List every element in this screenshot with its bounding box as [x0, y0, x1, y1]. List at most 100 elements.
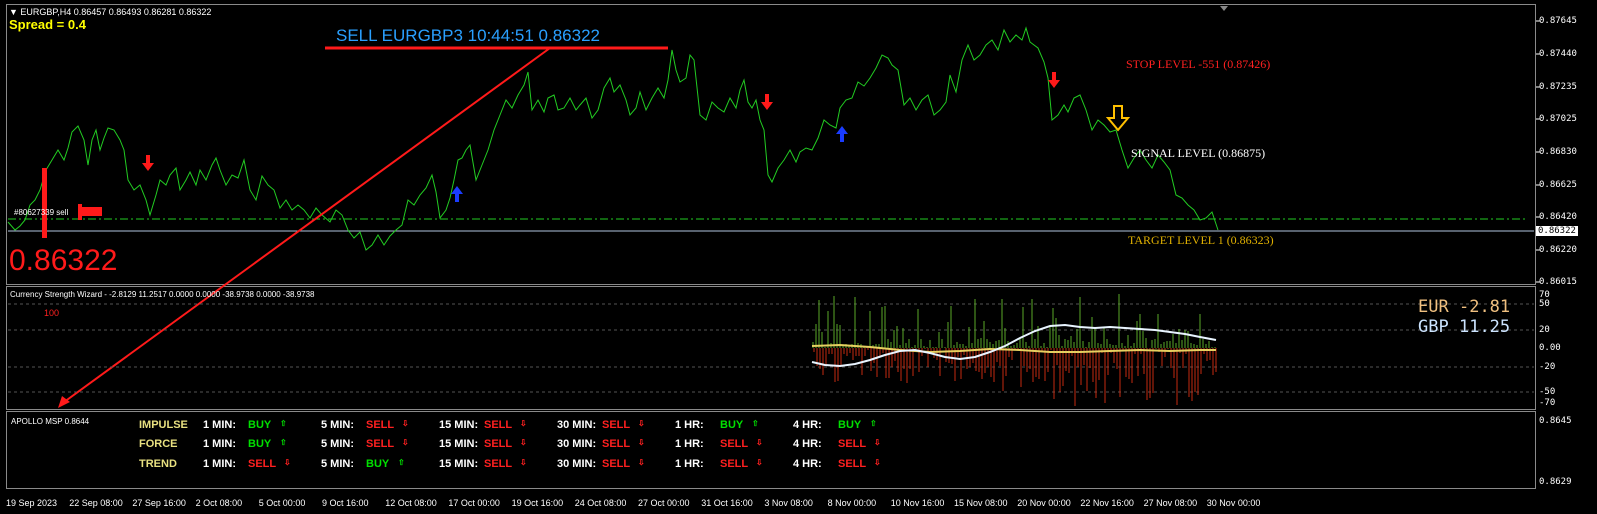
eur-value: -2.81 — [1458, 297, 1511, 317]
time-tick: 27 Oct 00:00 — [638, 498, 690, 508]
timeframe-label: 5 MIN: — [321, 419, 354, 431]
signal-value: SELL — [484, 458, 513, 470]
row-name: IMPULSE — [139, 419, 188, 431]
time-tick: 24 Oct 08:00 — [574, 498, 627, 508]
buy-signal-icon: ⇧ — [280, 419, 287, 428]
signal-level-label: SIGNAL LEVEL (0.86875) — [1131, 146, 1266, 160]
timeframe-label: 4 HR: — [793, 458, 822, 470]
timeframe-label: 4 HR: — [793, 438, 822, 450]
signal-value: SELL — [366, 438, 395, 450]
sell-label: SELL EURGBP3 10:44:51 0.86322 — [336, 26, 600, 45]
ind-tick: -50 — [1539, 387, 1556, 397]
dashboard-axis-top: 0.8645 — [1539, 416, 1572, 426]
timeframe-label: 1 MIN: — [203, 438, 236, 450]
row-name: TREND — [139, 458, 177, 470]
eur-strength: EUR -2.81 — [1418, 297, 1510, 317]
timeframe-label: 1 HR: — [675, 438, 704, 450]
price-tick: 0.86830 — [1539, 147, 1577, 157]
signal-value: SELL — [366, 419, 395, 431]
buy-signal-icon: ⇧ — [280, 438, 287, 447]
indicator-title: Currency Strength Wizard - -2.8129 11.25… — [10, 290, 315, 299]
stop-level-label: STOP LEVEL -551 (0.87426) — [1126, 57, 1271, 71]
signal-value: BUY — [366, 458, 390, 470]
price-tick: 0.87025 — [1539, 114, 1577, 124]
sell-arrow-icon — [142, 72, 1060, 171]
time-tick: 5 Oct 00:00 — [258, 498, 306, 508]
time-tick: 17 Oct 00:00 — [448, 498, 500, 508]
timeframe-label: 15 MIN: — [439, 419, 479, 431]
gbp-value: 11.25 — [1458, 317, 1511, 337]
sell-signal-icon: ⇩ — [874, 458, 881, 467]
time-tick: 19 Oct 16:00 — [511, 498, 564, 508]
target-level-label: TARGET LEVEL 1 (0.86323) — [1128, 233, 1274, 247]
time-tick: 20 Nov 00:00 — [1017, 498, 1071, 508]
price-tick: 0.86015 — [1539, 277, 1577, 287]
signal-value: SELL — [602, 458, 631, 470]
price-line — [7, 26, 1219, 251]
price-tick: 0.87235 — [1539, 82, 1577, 92]
timeframe-label: 1 HR: — [675, 419, 704, 431]
price-tick: 0.86625 — [1539, 180, 1577, 190]
sell-signal-icon: ⇩ — [402, 419, 409, 428]
gbp-strength: GBP 11.25 — [1418, 317, 1510, 337]
ind-tick: 20 — [1539, 325, 1550, 335]
gbp-label: GBP — [1418, 317, 1449, 337]
time-tick: 30 Nov 00:00 — [1206, 498, 1261, 508]
buy-signal-icon: ⇧ — [870, 419, 877, 428]
time-tick: 19 Sep 2023 — [6, 498, 58, 508]
sell-signal-icon: ⇩ — [638, 419, 645, 428]
signal-value: BUY — [248, 438, 272, 450]
current-price-box: 0.86322 — [1536, 226, 1578, 236]
signal-value: SELL — [602, 438, 631, 450]
signal-value: SELL — [720, 438, 749, 450]
spread-label: Spread = 0.4 — [9, 17, 86, 32]
time-tick: 22 Nov 16:00 — [1080, 498, 1134, 508]
time-tick: 22 Sep 08:00 — [69, 498, 123, 508]
timeframe-label: 15 MIN: — [439, 438, 479, 450]
time-tick: 31 Oct 16:00 — [701, 498, 753, 508]
order-flag-icon — [78, 204, 102, 220]
price-tick: 0.87645 — [1539, 16, 1577, 26]
signal-value: BUY — [838, 419, 862, 431]
timeframe-label: 30 MIN: — [557, 438, 597, 450]
signal-value: SELL — [720, 458, 749, 470]
chart-canvas — [7, 6, 1540, 408]
sell-signal-icon: ⇩ — [874, 438, 881, 447]
ind-tick: -20 — [1539, 362, 1556, 372]
sell-signal-icon: ⇩ — [284, 458, 291, 467]
indicator-level-100: 100 — [44, 308, 60, 318]
sell-signal-icon: ⇩ — [520, 458, 527, 467]
signal-value: SELL — [602, 419, 631, 431]
time-tick: 8 Nov 00:00 — [827, 498, 877, 508]
time-tick: 9 Oct 16:00 — [322, 498, 369, 508]
trade-arrow-line — [59, 47, 551, 406]
signal-value: BUY — [720, 419, 744, 431]
dashboard-axis-bottom: 0.8629 — [1539, 477, 1572, 487]
sell-signal-icon: ⇩ — [756, 458, 763, 467]
order-tag: #80627339 sell — [14, 208, 69, 217]
dashboard-title: APOLLO MSP 0.8644 — [11, 417, 90, 426]
sell-signal-icon: ⇩ — [520, 419, 527, 428]
price-tick: 0.87440 — [1539, 49, 1577, 59]
ind-tick: 0.00 — [1539, 343, 1561, 353]
time-tick: 27 Nov 08:00 — [1143, 498, 1198, 508]
signal-value: SELL — [484, 438, 513, 450]
signal-value: SELL — [248, 458, 277, 470]
price-tick: 0.86420 — [1539, 212, 1577, 222]
timeframe-label: 1 HR: — [675, 458, 704, 470]
time-tick: 10 Nov 16:00 — [890, 498, 945, 508]
row-name: FORCE — [139, 438, 178, 450]
sell-signal-icon: ⇩ — [638, 438, 645, 447]
scroll-marker-icon — [1220, 6, 1228, 11]
time-tick: 12 Oct 08:00 — [385, 498, 437, 508]
signal-value: SELL — [484, 419, 513, 431]
timeframe-label: 1 MIN: — [203, 458, 236, 470]
timeframe-label: 5 MIN: — [321, 458, 354, 470]
signal-value: SELL — [838, 458, 867, 470]
time-tick: 2 Oct 08:00 — [195, 498, 243, 508]
timeframe-label: 1 MIN: — [203, 419, 236, 431]
ind-tick: -70 — [1539, 398, 1556, 408]
sell-signal-icon: ⇩ — [756, 438, 763, 447]
buy-signal-icon: ⇧ — [752, 419, 759, 428]
time-tick: 27 Sep 16:00 — [132, 498, 186, 508]
